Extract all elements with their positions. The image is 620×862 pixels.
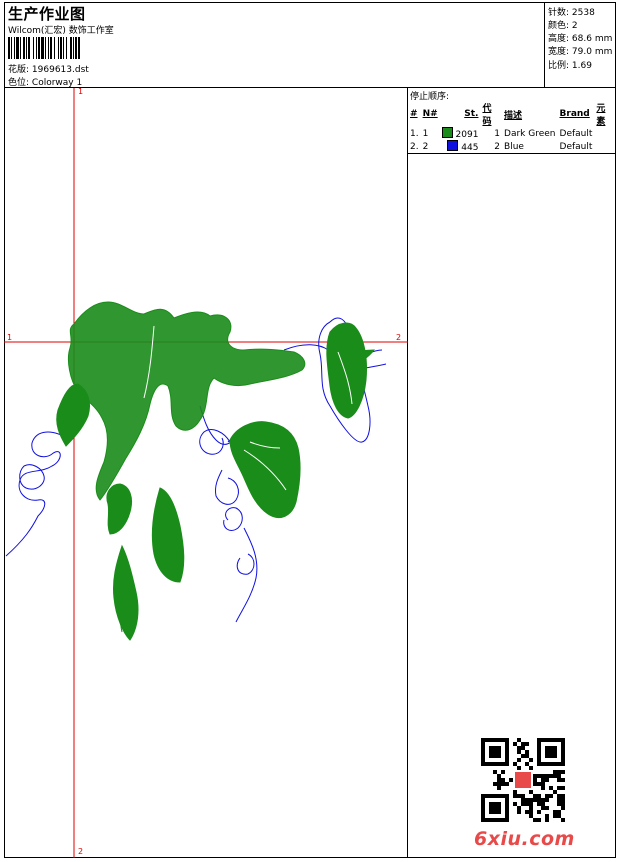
thread-swatch: [441, 127, 453, 138]
design-file-name: 1969613.dst: [31, 65, 89, 75]
table-row: 2. 2 445 2 Blue Default: [408, 140, 616, 154]
col-index: #: [410, 109, 418, 119]
stats-panel: 针数: 2538 颜色: 2 高度: 68.6 mm 宽度: 79.0 mm 比…: [545, 2, 616, 88]
header-left: 生产作业图 Wilcom(汇宏) 数饰工作室 花版: 1969613.dst 色…: [4, 2, 545, 88]
colorway-line: 色位: Colorway 1: [8, 78, 83, 88]
barcode: [8, 37, 144, 59]
table-header-row: # N# St. 代码 描述 Brand 元素: [408, 101, 616, 127]
qr-code-icon: [481, 738, 565, 822]
stop-sequence-panel: 停止顺序: # N# St. 代码 描述 Brand 元素 1. 1 2091 …: [408, 88, 616, 858]
watermark-logo: 6xiu.com: [474, 828, 575, 850]
col-stitches: St.: [464, 109, 479, 119]
design-canvas: 1 2 1 2: [4, 87, 408, 858]
col-code: 代码: [482, 104, 492, 127]
studio-subtitle: Wilcom(汇宏) 数饰工作室: [8, 26, 114, 36]
colorway-name: Colorway 1: [31, 78, 83, 88]
color-count: 颜色: 2: [548, 21, 578, 31]
col-brand: Brand: [559, 109, 590, 119]
axis-label-h-right: 2: [396, 333, 401, 342]
design-width: 宽度: 79.0 mm: [548, 47, 613, 57]
axis-label-v-bottom: 2: [78, 847, 83, 856]
col-needle: N#: [422, 109, 438, 119]
col-element: 元素: [596, 104, 606, 127]
design-scale: 比例: 1.69: [548, 61, 592, 71]
axis-label-v-top: 1: [78, 88, 83, 96]
table-row: 1. 1 2091 1 Dark Green Default: [410, 127, 593, 140]
thread-swatch: [447, 140, 459, 151]
stitch-count: 针数: 2538: [548, 8, 595, 18]
design-file-line: 花版: 1969613.dst: [8, 65, 89, 75]
design-height: 高度: 68.6 mm: [548, 34, 613, 44]
barcode-bar: [80, 37, 81, 59]
stop-sequence-table: # N# St. 代码 描述 Brand 元素 1. 1 2091 1 Dark…: [408, 101, 616, 154]
embroidery-preview: 1 2 1 2: [4, 87, 408, 858]
green-fill-stitches: [56, 301, 376, 641]
axis-label-h-left: 1: [7, 333, 12, 342]
page-title: 生产作业图: [8, 5, 86, 23]
col-description: 描述: [504, 110, 523, 121]
